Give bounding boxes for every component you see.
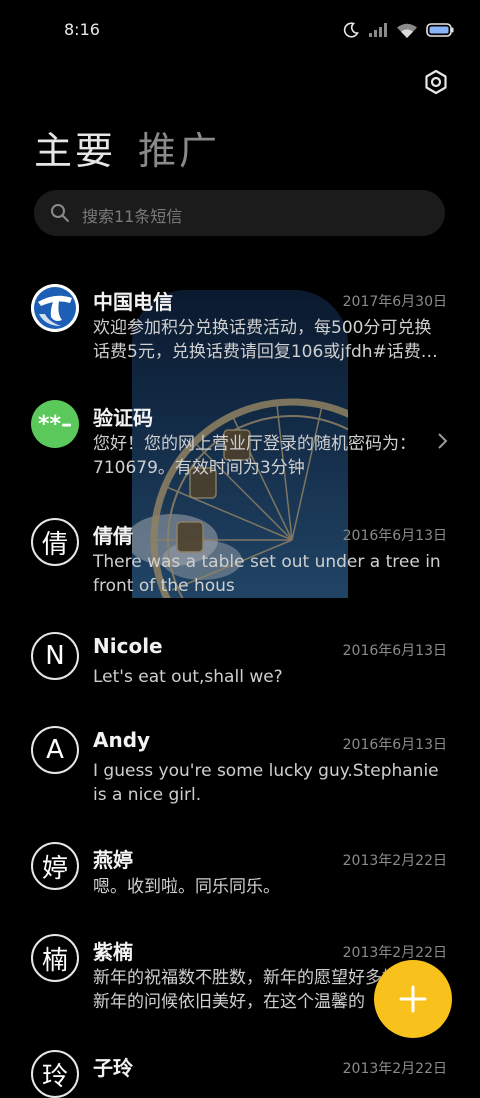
message-preview: I guess you're some lucky guy.Stephanie …: [93, 761, 439, 805]
contact-name: 燕婷: [93, 848, 133, 872]
search-bar[interactable]: 搜索11条短信: [34, 190, 445, 236]
contact-avatar: N: [31, 632, 79, 680]
message-preview: 您好！您的网上营业厅登录的随机密码为：710679。有效时间为3分钟: [93, 434, 416, 478]
contact-name: 紫楠: [93, 940, 133, 964]
conversation-item[interactable]: 婷 燕婷 2013年2月22日 嗯。收到啦。同乐同乐。: [0, 826, 480, 918]
search-icon: [51, 204, 69, 222]
contact-avatar: A: [31, 726, 79, 774]
message-date: 2013年2月22日: [342, 945, 447, 961]
contact-name: Nicole: [93, 634, 163, 658]
conversation-item[interactable]: A Andy 2016年6月13日 I guess you're some lu…: [0, 710, 480, 826]
message-date: 2016年6月13日: [342, 737, 447, 753]
message-preview: 欢迎参加积分兑换话费活动，每500分可兑换话费5元，兑换话费请回复106或jfd…: [93, 318, 438, 362]
message-date: 2016年6月13日: [342, 528, 447, 544]
message-date: 2013年2月22日: [342, 853, 447, 869]
moon-icon: [343, 22, 359, 38]
chevron-right-icon[interactable]: [436, 432, 448, 450]
contact-name: 倩倩: [93, 524, 133, 548]
battery-icon: [426, 23, 454, 37]
message-preview: Let's eat out,shall we?: [93, 667, 283, 687]
contact-name: 中国电信: [93, 290, 173, 314]
conversation-item[interactable]: 倩 倩倩 2016年6月13日 There was a table set ou…: [0, 500, 480, 616]
message-preview: There was a table set out under a tree i…: [93, 552, 441, 596]
wifi-icon: [397, 23, 417, 38]
tab-primary[interactable]: 主要: [34, 120, 116, 175]
status-icons: [343, 22, 454, 38]
status-time: 8:16: [64, 20, 100, 39]
china-telecom-logo-avatar: [31, 284, 79, 332]
signal-icon: [369, 23, 387, 37]
contact-avatar: 倩: [31, 518, 79, 566]
message-preview: 嗯。收到啦。同乐同乐。: [93, 877, 280, 897]
message-date: 2016年6月13日: [342, 643, 447, 659]
search-input[interactable]: 搜索11条短信: [82, 203, 182, 227]
new-message-button[interactable]: [374, 960, 452, 1038]
contact-avatar: 玲: [31, 1050, 79, 1098]
tab-promotions[interactable]: 推广: [138, 120, 220, 175]
conversation-item[interactable]: N Nicole 2016年6月13日 Let's eat out,shall …: [0, 616, 480, 710]
plus-icon: [399, 985, 427, 1013]
conversation-item[interactable]: **– 验证码 您好！您的网上营业厅登录的随机密码为：710679。有效时间为3…: [0, 384, 480, 500]
message-date: 2013年2月22日: [342, 1061, 447, 1077]
contact-avatar: 楠: [31, 934, 79, 982]
contact-avatar: 婷: [31, 842, 79, 890]
tab-bar: 主要 推广: [34, 120, 220, 175]
verification-code-avatar: **–: [31, 400, 79, 448]
contact-name: Andy: [93, 728, 151, 752]
conversation-item[interactable]: 玲 子玲 2013年2月22日: [0, 1034, 480, 1098]
settings-icon[interactable]: [422, 68, 450, 96]
conversation-item[interactable]: 中国电信 2017年6月30日 欢迎参加积分兑换话费活动，每500分可兑换话费5…: [0, 268, 480, 384]
contact-name: 验证码: [93, 406, 153, 430]
message-date: 2017年6月30日: [342, 294, 447, 310]
status-bar: 8:16: [0, 0, 480, 62]
contact-name: 子玲: [93, 1056, 133, 1080]
